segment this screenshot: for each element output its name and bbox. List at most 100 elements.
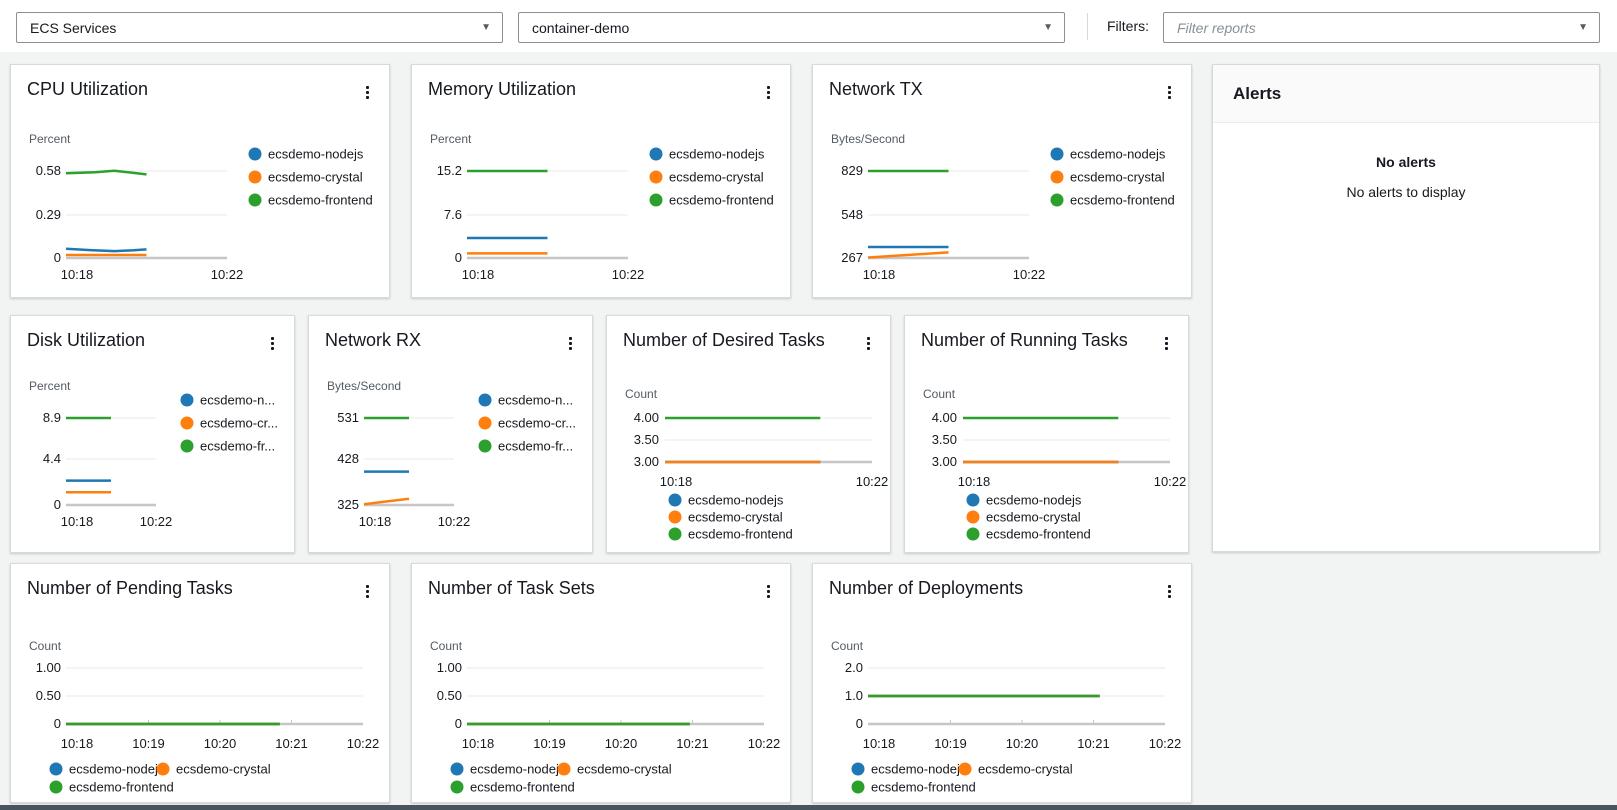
x-tick-label: 10:18 xyxy=(863,736,896,751)
legend-item[interactable]: ecsdemo-fr... xyxy=(478,439,574,454)
report-type-select[interactable]: ECS Services ▼ xyxy=(16,12,503,43)
legend-item[interactable]: ecsdemo-crystal xyxy=(668,510,783,525)
legend-label: ecsdemo-fr... xyxy=(498,439,573,454)
legend-color-dot xyxy=(1050,147,1064,161)
chart-card-running-tasks: Number of Running Tasks Count 4.00 3.50 3.00… xyxy=(904,315,1189,553)
legend-item[interactable]: ecsdemo-frontend xyxy=(248,193,373,208)
x-tick-label: 10:21 xyxy=(1077,736,1110,751)
legend-item[interactable]: ecsdemo-crystal xyxy=(248,170,363,185)
y-tick-label: 15.2 xyxy=(437,163,462,178)
x-tick-label: 10:21 xyxy=(676,736,709,751)
legend-label: ecsdemo-frontend xyxy=(688,527,793,542)
x-tick-label: 10:22 xyxy=(1149,736,1182,751)
y-axis-unit-label: Percent xyxy=(29,379,71,393)
x-tick-label: 10:22 xyxy=(856,474,889,489)
legend-item[interactable]: ecsdemo-nodejs xyxy=(649,147,765,162)
x-tick-label: 10:18 xyxy=(462,267,495,282)
chart-menu-button[interactable] xyxy=(759,80,777,104)
legend-color-dot xyxy=(668,510,682,524)
legend-label: ecsdemo-nodejs xyxy=(69,762,165,777)
legend-item[interactable]: ecsdemo-frontend xyxy=(851,780,976,795)
legend-item[interactable]: ecsdemo-nodejs xyxy=(49,762,165,777)
x-tick-label: 10:18 xyxy=(61,514,94,529)
legend-item[interactable]: ecsdemo-frontend xyxy=(450,780,575,795)
y-tick-label: 1.0 xyxy=(845,688,863,703)
legend-item[interactable]: ecsdemo-frontend xyxy=(1050,193,1175,208)
legend-item[interactable]: ecsdemo-crystal xyxy=(958,762,1073,777)
resource-select[interactable]: container-demo ▼ xyxy=(518,12,1065,43)
legend-label: ecsdemo-frontend xyxy=(669,193,774,208)
x-tick-label: 10:22 xyxy=(211,267,244,282)
chevron-down-icon: ▼ xyxy=(481,21,491,33)
chart-menu-button[interactable] xyxy=(1157,331,1175,355)
y-tick-label: 3.00 xyxy=(634,454,659,469)
legend-item[interactable]: ecsdemo-n... xyxy=(478,393,574,408)
series-line-ecsdemo-crystal xyxy=(867,251,949,259)
chart-menu-button[interactable] xyxy=(859,331,877,355)
y-tick-label: 0.50 xyxy=(437,688,462,703)
legend-item[interactable]: ecsdemo-frontend xyxy=(966,527,1091,542)
legend-item[interactable]: ecsdemo-nodejs xyxy=(248,147,364,162)
legend-item[interactable]: ecsdemo-n... xyxy=(180,393,276,408)
filter-reports-combobox[interactable]: ▼ xyxy=(1163,12,1600,43)
x-tick-label: 10:22 xyxy=(140,514,173,529)
legend-color-dot xyxy=(851,780,865,794)
legend-label: ecsdemo-nodejs xyxy=(688,493,784,508)
legend-item[interactable]: ecsdemo-nodejs xyxy=(966,493,1082,508)
legend-label: ecsdemo-frontend xyxy=(1070,193,1175,208)
legend-item[interactable]: ecsdemo-frontend xyxy=(49,780,174,795)
legend-item[interactable]: ecsdemo-crystal xyxy=(156,762,271,777)
legend-item[interactable]: ecsdemo-frontend xyxy=(649,193,774,208)
chart-card-deployments: Number of Deployments Count 2.0 1.0 0 10:18 10… xyxy=(812,563,1192,803)
chart-title: CPU Utilization xyxy=(27,79,149,99)
chart-menu-button[interactable] xyxy=(1160,80,1178,104)
legend-item[interactable]: ecsdemo-nodejs xyxy=(851,762,967,777)
chart-menu-button[interactable] xyxy=(358,579,376,603)
x-tick-label: 10:20 xyxy=(605,736,638,751)
legend-color-dot xyxy=(966,493,980,507)
x-tick-label: 10:22 xyxy=(1013,267,1046,282)
legend-item[interactable]: ecsdemo-nodejs xyxy=(1050,147,1166,162)
chart-title: Number of Running Tasks xyxy=(921,330,1128,350)
chart-title: Memory Utilization xyxy=(428,79,577,99)
y-tick-label: 0 xyxy=(455,250,462,265)
legend-color-dot xyxy=(248,147,262,161)
legend-label: ecsdemo-crystal xyxy=(176,762,271,777)
legend-item[interactable]: ecsdemo-nodejs xyxy=(450,762,566,777)
chart-menu-button[interactable] xyxy=(1160,579,1178,603)
y-tick-label: 8.9 xyxy=(43,410,61,425)
y-tick-label: 428 xyxy=(337,451,359,466)
legend-color-dot xyxy=(156,762,170,776)
legend-item[interactable]: ecsdemo-cr... xyxy=(478,416,577,431)
chart-menu-button[interactable] xyxy=(358,80,376,104)
x-tick-label: 10:22 xyxy=(347,736,380,751)
legend-color-dot xyxy=(248,193,262,207)
y-axis-unit-label: Bytes/Second xyxy=(831,132,905,146)
chart-title: Number of Deployments xyxy=(829,578,1024,598)
legend-item[interactable]: ecsdemo-nodejs xyxy=(668,493,784,508)
chart-plot: Count 1.00 0.50 010:18 10:19 10:20 10:21 10:22 e… xyxy=(430,639,780,795)
y-tick-label: 0 xyxy=(455,716,462,731)
legend-label: ecsdemo-n... xyxy=(200,393,275,408)
y-tick-label: 0.50 xyxy=(36,688,61,703)
filter-reports-input[interactable] xyxy=(1164,13,1599,42)
y-axis-unit-label: Count xyxy=(29,639,62,653)
legend-item[interactable]: ecsdemo-cr... xyxy=(180,416,279,431)
legend-item[interactable]: ecsdemo-crystal xyxy=(966,510,1081,525)
chart-menu-button[interactable] xyxy=(263,331,281,355)
legend-item[interactable]: ecsdemo-fr... xyxy=(180,439,276,454)
x-tick-label: 10:22 xyxy=(438,514,471,529)
chevron-down-icon: ▼ xyxy=(1578,21,1588,33)
chart-menu-button[interactable] xyxy=(759,579,777,603)
legend-item[interactable]: ecsdemo-crystal xyxy=(649,170,764,185)
legend-item[interactable]: ecsdemo-crystal xyxy=(557,762,672,777)
y-tick-label: 1.00 xyxy=(437,660,462,675)
chart-title: Number of Task Sets xyxy=(428,578,595,598)
legend-item[interactable]: ecsdemo-crystal xyxy=(1050,170,1165,185)
legend-color-dot xyxy=(668,527,682,541)
x-tick-label: 10:18 xyxy=(462,736,495,751)
legend-item[interactable]: ecsdemo-frontend xyxy=(668,527,793,542)
legend-color-dot xyxy=(180,439,194,453)
chart-title: Disk Utilization xyxy=(27,330,146,350)
chart-menu-button[interactable] xyxy=(561,331,579,355)
